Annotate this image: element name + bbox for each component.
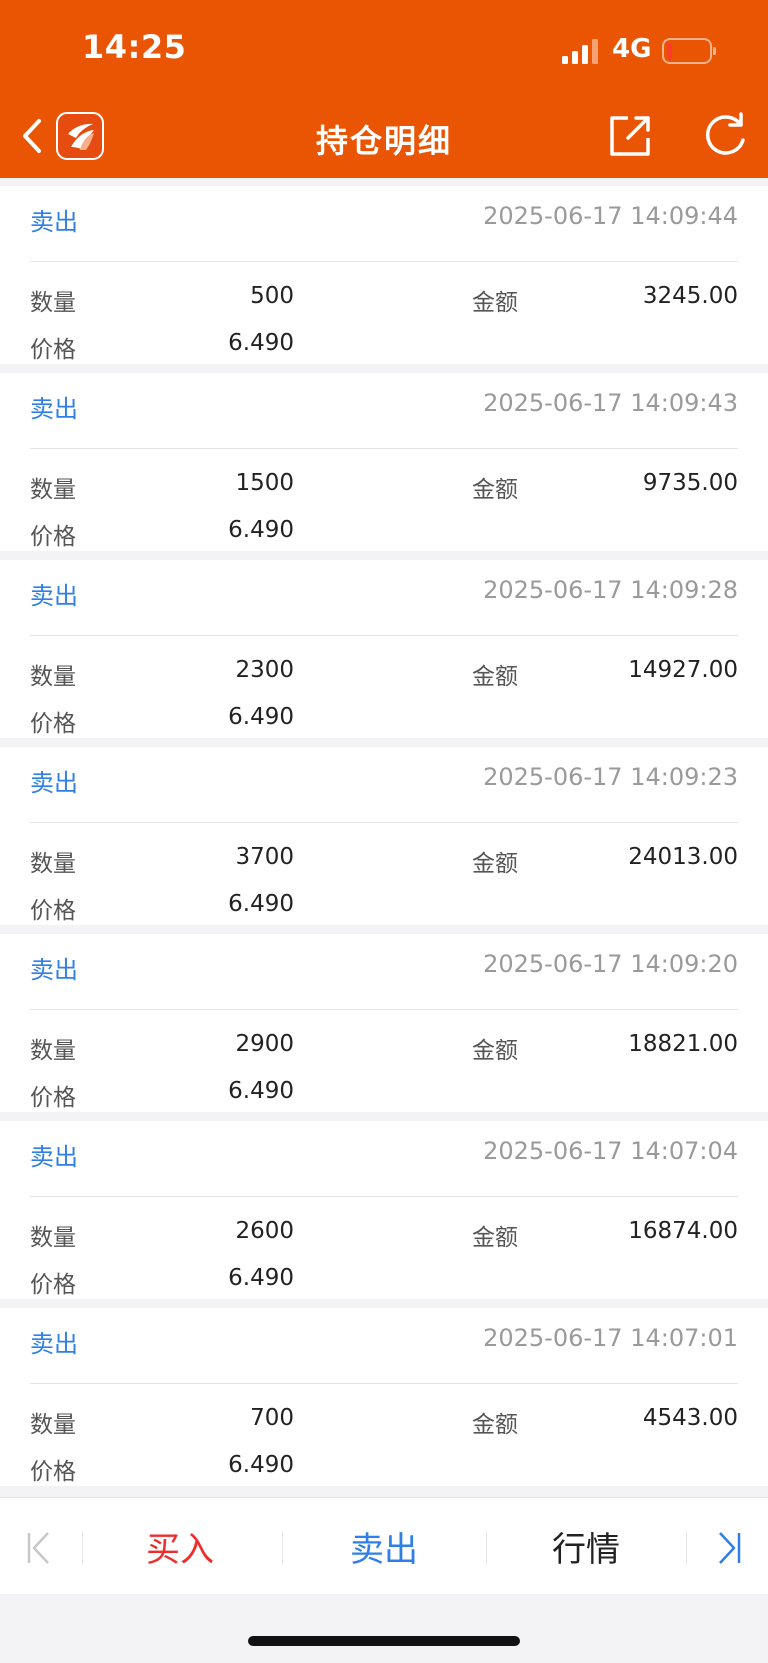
quantity-label: 数量 xyxy=(30,1038,76,1064)
trade-time: 2025-06-17 14:07:04 xyxy=(483,1137,738,1165)
battery-icon xyxy=(662,38,716,64)
amount-value: 24013.00 xyxy=(628,844,738,870)
list-item[interactable]: 卖出 2025-06-17 14:09:20 数量 2900 金额 18821.… xyxy=(0,934,768,1112)
amount-value: 16874.00 xyxy=(628,1218,738,1244)
amount-label: 金额 xyxy=(472,851,518,877)
trade-type: 卖出 xyxy=(30,395,78,423)
amount-label: 金额 xyxy=(472,290,518,316)
network-type: 4G xyxy=(612,34,652,64)
amount-label: 金额 xyxy=(472,1412,518,1438)
trade-time: 2025-06-17 14:09:20 xyxy=(483,950,738,978)
price-value: 6.490 xyxy=(228,517,294,543)
nav-bar: 持仓明细 xyxy=(0,100,768,178)
quantity-value: 1500 xyxy=(235,470,294,496)
amount-label: 金额 xyxy=(472,1038,518,1064)
trade-time: 2025-06-17 14:09:43 xyxy=(483,389,738,417)
quote-button[interactable]: 行情 xyxy=(516,1522,656,1571)
quantity-value: 700 xyxy=(250,1405,294,1431)
list-item[interactable]: 卖出 2025-06-17 14:07:04 数量 2600 金额 16874.… xyxy=(0,1121,768,1299)
quantity-value: 3700 xyxy=(235,844,294,870)
home-area xyxy=(0,1595,768,1663)
quantity-label: 数量 xyxy=(30,1412,76,1438)
price-value: 6.490 xyxy=(228,1078,294,1104)
divider xyxy=(30,1196,738,1197)
price-value: 6.490 xyxy=(228,1265,294,1291)
quantity-value: 2300 xyxy=(235,657,294,683)
separator xyxy=(686,1532,687,1564)
price-label: 价格 xyxy=(30,1085,76,1111)
position-detail-list: 卖出 2025-06-17 14:09:44 数量 500 金额 3245.00… xyxy=(0,186,768,1495)
price-value: 6.490 xyxy=(228,891,294,917)
divider xyxy=(30,1009,738,1010)
trade-type: 卖出 xyxy=(30,956,78,984)
trade-time: 2025-06-17 14:09:28 xyxy=(483,576,738,604)
quantity-value: 2600 xyxy=(235,1218,294,1244)
amount-label: 金额 xyxy=(472,477,518,503)
quantity-label: 数量 xyxy=(30,851,76,877)
amount-label: 金额 xyxy=(472,1225,518,1251)
price-label: 价格 xyxy=(30,711,76,737)
home-indicator[interactable] xyxy=(248,1636,520,1646)
trade-type: 卖出 xyxy=(30,769,78,797)
status-time: 14:25 xyxy=(82,28,187,66)
price-label: 价格 xyxy=(30,524,76,550)
amount-value: 14927.00 xyxy=(628,657,738,683)
list-item[interactable]: 卖出 2025-06-17 14:09:23 数量 3700 金额 24013.… xyxy=(0,747,768,925)
refresh-icon[interactable] xyxy=(700,112,750,160)
price-value: 6.490 xyxy=(228,330,294,356)
trade-time: 2025-06-17 14:09:44 xyxy=(483,202,738,230)
bottom-toolbar: 买入 卖出 行情 xyxy=(0,1497,768,1594)
trade-time: 2025-06-17 14:09:23 xyxy=(483,763,738,791)
buy-button[interactable]: 买入 xyxy=(110,1522,250,1571)
list-item[interactable]: 卖出 2025-06-17 14:09:43 数量 1500 金额 9735.0… xyxy=(0,373,768,551)
divider xyxy=(30,822,738,823)
divider xyxy=(30,261,738,262)
price-label: 价格 xyxy=(30,1459,76,1485)
amount-value: 4543.00 xyxy=(642,1405,738,1431)
cellular-signal-icon xyxy=(562,38,600,64)
quantity-value: 500 xyxy=(250,283,294,309)
divider xyxy=(30,635,738,636)
quantity-value: 2900 xyxy=(235,1031,294,1057)
sell-button[interactable]: 卖出 xyxy=(314,1522,454,1571)
quantity-label: 数量 xyxy=(30,664,76,690)
list-item[interactable]: 卖出 2025-06-17 14:09:28 数量 2300 金额 14927.… xyxy=(0,560,768,738)
price-value: 6.490 xyxy=(228,1452,294,1478)
share-icon[interactable] xyxy=(606,112,654,160)
price-value: 6.490 xyxy=(228,704,294,730)
amount-value: 9735.00 xyxy=(642,470,738,496)
price-label: 价格 xyxy=(30,337,76,363)
amount-value: 3245.00 xyxy=(642,283,738,309)
price-label: 价格 xyxy=(30,1272,76,1298)
quantity-label: 数量 xyxy=(30,1225,76,1251)
divider xyxy=(30,448,738,449)
first-page-icon[interactable] xyxy=(24,1530,54,1566)
separator xyxy=(82,1532,83,1564)
list-item[interactable]: 卖出 2025-06-17 14:09:44 数量 500 金额 3245.00… xyxy=(0,186,768,364)
separator xyxy=(282,1532,283,1564)
list-item[interactable]: 卖出 2025-06-17 14:07:01 数量 700 金额 4543.00… xyxy=(0,1308,768,1486)
amount-value: 18821.00 xyxy=(628,1031,738,1057)
trade-time: 2025-06-17 14:07:01 xyxy=(483,1324,738,1352)
status-bar: 14:25 4G xyxy=(0,0,768,100)
amount-label: 金额 xyxy=(472,664,518,690)
trade-type: 卖出 xyxy=(30,582,78,610)
price-label: 价格 xyxy=(30,898,76,924)
last-page-icon[interactable] xyxy=(714,1530,744,1566)
divider xyxy=(30,1383,738,1384)
quantity-label: 数量 xyxy=(30,290,76,316)
separator xyxy=(486,1532,487,1564)
trade-type: 卖出 xyxy=(30,1330,78,1358)
quantity-label: 数量 xyxy=(30,477,76,503)
trade-type: 卖出 xyxy=(30,208,78,236)
trade-type: 卖出 xyxy=(30,1143,78,1171)
